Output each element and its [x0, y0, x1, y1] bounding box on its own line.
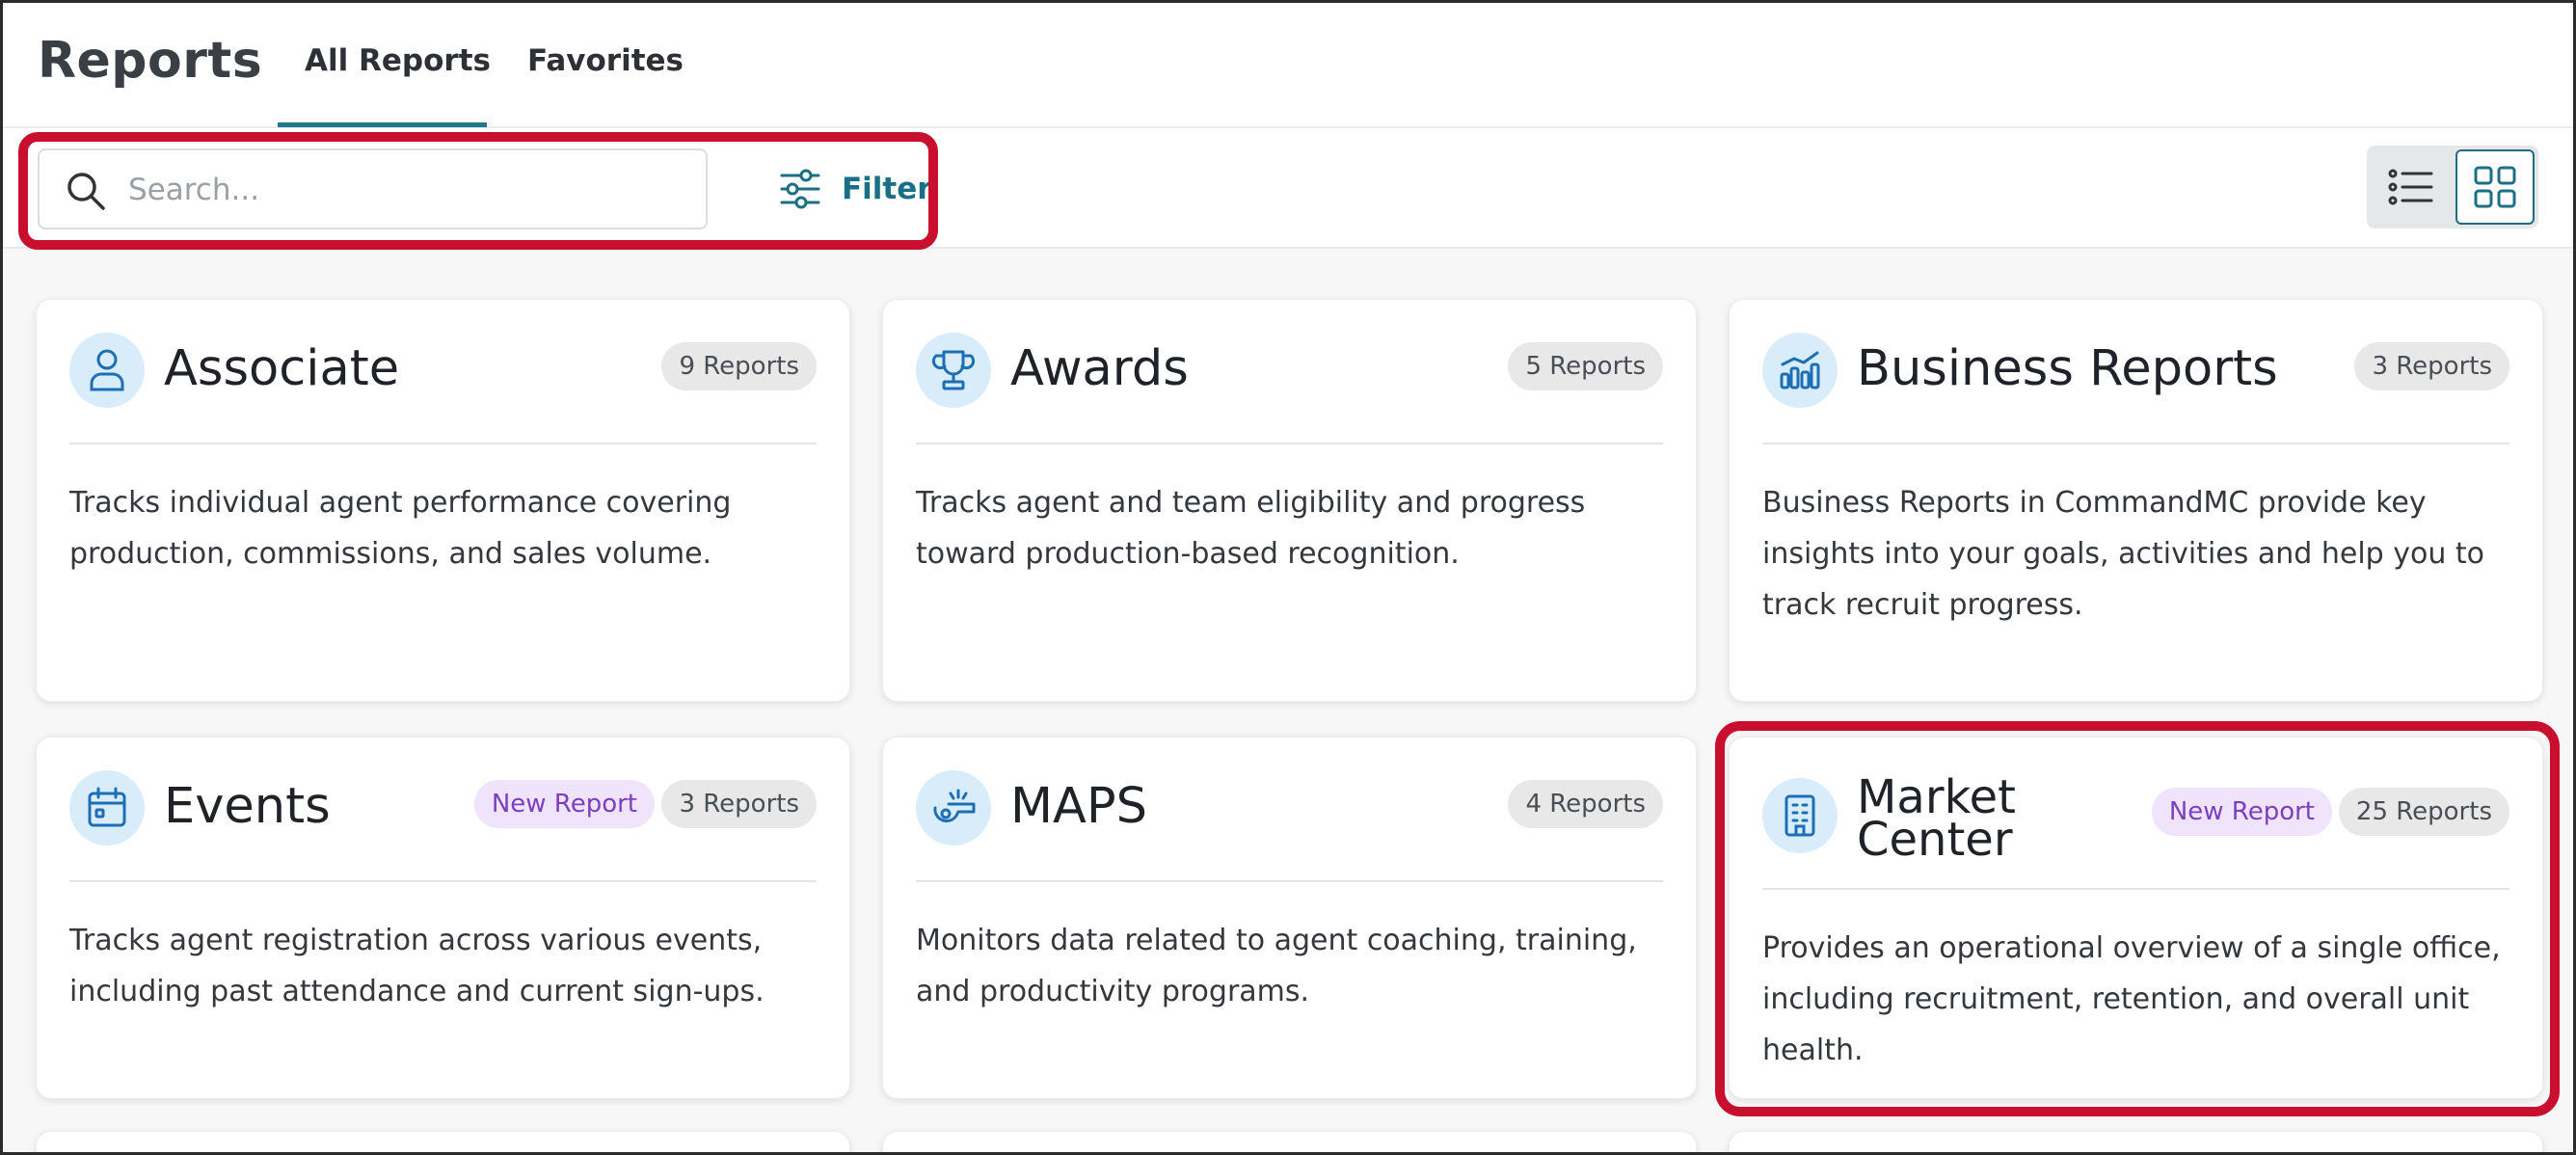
card-icon-circle: [1762, 333, 1838, 408]
card-icon-circle: [916, 333, 991, 408]
card-divider: [69, 880, 817, 882]
report-card-awards[interactable]: Awards 5 Reports Tracks agent and team e…: [882, 299, 1697, 702]
card-title: Events: [164, 778, 331, 835]
trophy-icon: [931, 350, 976, 390]
report-count-badge: 4 Reports: [1508, 780, 1663, 828]
active-tab-indicator: [278, 122, 487, 127]
card-divider: [916, 880, 1663, 882]
header-bar: Reports All Reports Favorites: [3, 3, 2573, 128]
report-count-badge: 3 Reports: [2354, 342, 2509, 390]
report-card-events[interactable]: Events New Report 3 Reports Tracks agent…: [36, 737, 850, 1099]
report-card-partial[interactable]: [882, 1131, 1697, 1152]
card-title: MAPS: [1010, 778, 1148, 835]
list-view-icon: [2388, 169, 2433, 205]
highlight-search-filter: [18, 132, 938, 250]
highlight-market-center-card: [1715, 721, 2560, 1116]
card-icon-circle: [916, 770, 991, 846]
card-icon-circle: [69, 333, 145, 408]
report-count-badge: 3 Reports: [661, 780, 817, 828]
report-card-partial[interactable]: [1729, 1131, 2543, 1152]
report-card-maps[interactable]: MAPS 4 Reports Monitors data related to …: [882, 737, 1697, 1099]
page-title: Reports: [38, 32, 263, 90]
report-card-partial[interactable]: [36, 1131, 850, 1152]
card-description: Business Reports in CommandMC provide ke…: [1762, 486, 2485, 622]
card-title: Associate: [164, 340, 400, 397]
card-description: Monitors data related to agent coaching,…: [916, 924, 1637, 1008]
report-count-badge: 5 Reports: [1508, 342, 1663, 390]
new-report-badge: New Report: [473, 780, 655, 828]
report-card-business-reports[interactable]: Business Reports 3 Reports Business Repo…: [1729, 299, 2543, 702]
person-icon: [90, 349, 124, 391]
reports-page: Reports All Reports Favorites Search... …: [0, 0, 2576, 1155]
report-count-badge: 9 Reports: [661, 342, 817, 390]
view-mode-toggle: [2367, 146, 2538, 228]
whistle-icon: [933, 789, 976, 822]
card-description: Tracks agent and team eligibility and pr…: [916, 486, 1586, 571]
tab-favorites[interactable]: Favorites: [527, 43, 684, 78]
card-divider: [916, 443, 1663, 444]
calendar-icon: [88, 787, 126, 827]
tab-all-reports[interactable]: All Reports: [305, 43, 491, 78]
bar-chart-icon: [1780, 351, 1820, 389]
card-divider: [1762, 443, 2509, 444]
grid-view-icon: [2474, 166, 2516, 208]
card-title: Business Reports: [1857, 340, 2278, 397]
grid-view-button[interactable]: [2455, 149, 2535, 225]
card-title: Awards: [1010, 340, 1189, 397]
report-card-associate[interactable]: Associate 9 Reports Tracks individual ag…: [36, 299, 850, 702]
card-divider: [69, 443, 817, 444]
card-description: Tracks individual agent performance cove…: [69, 486, 732, 571]
list-view-button[interactable]: [2371, 149, 2450, 225]
card-icon-circle: [69, 770, 145, 846]
card-description: Tracks agent registration across various…: [69, 924, 765, 1008]
